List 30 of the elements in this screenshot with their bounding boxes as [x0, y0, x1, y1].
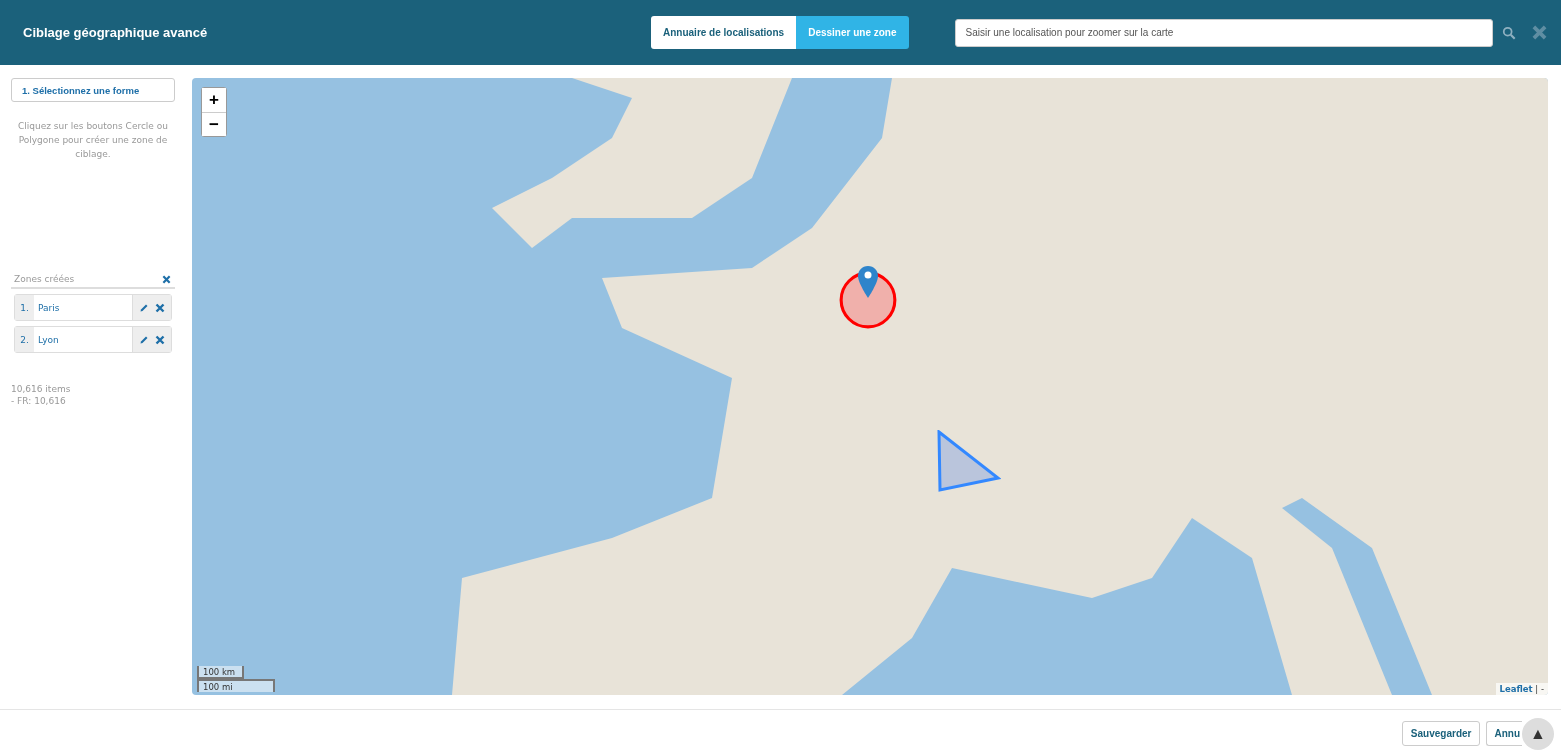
footer-button[interactable]: Annu [1486, 720, 1522, 746]
zone-number: 2. [15, 327, 34, 352]
summary-text: 10,616 items [11, 383, 72, 395]
scroll-top-button[interactable]: ▲ [1522, 718, 1554, 750]
scale-bar: 100 mi [197, 679, 275, 692]
zone-number: 1. [15, 295, 34, 320]
footer-button[interactable]: Sauvegarder [1401, 720, 1481, 746]
pencil-icon[interactable] [139, 334, 149, 345]
zones-heading: Zones créées [14, 274, 75, 284]
zone-name: Paris [37, 301, 61, 315]
zoom-out-button[interactable]: − [202, 112, 226, 136]
map-pin-icon[interactable] [858, 266, 878, 298]
delete-icon[interactable] [155, 334, 165, 345]
page-title: Ciblage géographique avancé [23, 25, 209, 40]
summary-text: - FR: 10,616 [11, 395, 67, 407]
clear-all-icon[interactable] [162, 274, 171, 284]
polygon-zone[interactable] [937, 430, 1001, 494]
zone-item[interactable]: 1. Paris [14, 294, 172, 321]
view-tab[interactable]: Annuaire de localisations [651, 16, 797, 49]
attribution-link[interactable]: Leaflet [1499, 684, 1533, 694]
zone-name: Lyon [37, 333, 60, 347]
instruction-text: Cliquez sur les boutons Cercle ou Polygone pour créer une zone de ciblage. [17, 120, 169, 161]
select-shape-button[interactable]: 1. Sélectionnez une forme [11, 78, 175, 102]
pencil-icon[interactable] [139, 302, 149, 313]
scale-bar: 100 km [197, 666, 244, 679]
search-icon[interactable] [1501, 25, 1516, 40]
search-field[interactable]: Saisir une localisation pour zoomer sur la carte [954, 18, 1493, 47]
attribution-text: | - [1534, 684, 1544, 694]
delete-icon[interactable] [155, 302, 165, 313]
zone-item[interactable]: 2. Lyon [14, 326, 172, 353]
